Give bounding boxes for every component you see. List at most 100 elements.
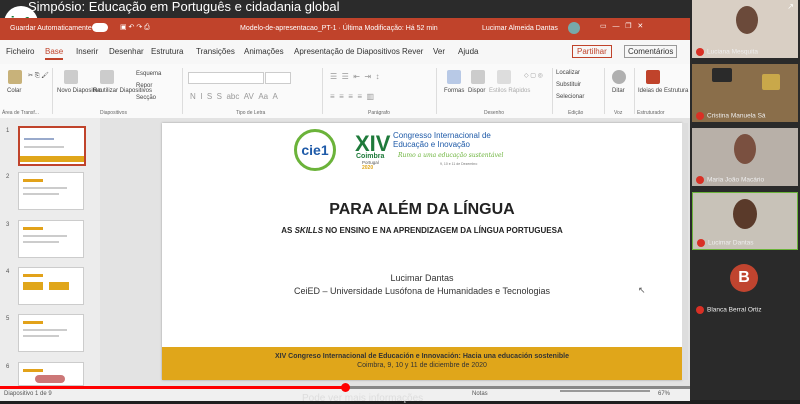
group-paragraph: Parágrafo xyxy=(368,110,390,116)
participant-tile-active[interactable]: Lucimar Dantas xyxy=(692,192,798,250)
dictate-label[interactable]: Ditar xyxy=(612,88,625,94)
participant-video xyxy=(736,6,758,34)
user-avatar[interactable] xyxy=(568,22,580,34)
thumb-number: 4 xyxy=(6,269,10,275)
comments-button[interactable]: Comentários xyxy=(624,45,678,58)
tab-file[interactable]: Ficheiro xyxy=(6,47,34,56)
lamp-shape xyxy=(762,74,780,90)
tab-review[interactable]: Rever xyxy=(402,47,423,56)
mouse-cursor-icon: ↖ xyxy=(638,285,646,295)
participant-name: Cristina Manuela Sá xyxy=(707,112,766,120)
tab-design[interactable]: Estrutura xyxy=(151,47,183,56)
thumb-number: 1 xyxy=(6,128,10,134)
share-button[interactable]: Partilhar xyxy=(572,45,612,58)
pin-icon[interactable]: ↗ xyxy=(787,2,794,11)
new-slide-label[interactable]: Novo Diapositivo xyxy=(57,88,102,94)
design-ideas-label[interactable]: Ideias de Estrutura xyxy=(638,88,688,94)
arrange-icon[interactable] xyxy=(471,70,485,84)
thumb-number: 6 xyxy=(6,364,10,370)
section-button[interactable]: Secção xyxy=(136,95,156,101)
tab-transitions[interactable]: Transições xyxy=(196,47,235,56)
replace-button[interactable]: Substituir xyxy=(556,82,581,88)
muted-mic-icon xyxy=(697,239,705,247)
slide-affiliation: CeiED – Universidade Lusófona de Humanid… xyxy=(294,286,550,296)
participant-name: Blanca Berral Ortiz xyxy=(707,306,762,314)
tab-slideshow[interactable]: Apresentação de Diapositivos xyxy=(294,47,400,56)
participant-tile[interactable]: Cristina Manuela Sá xyxy=(692,64,798,122)
thumb-number: 5 xyxy=(6,316,10,322)
design-ideas-icon[interactable] xyxy=(646,70,660,84)
participant-name: Lucimar Dantas xyxy=(708,239,754,247)
tab-view[interactable]: Ver xyxy=(433,47,445,56)
muted-mic-icon xyxy=(696,112,704,120)
shapes-icon[interactable] xyxy=(447,70,461,84)
new-slide-icon[interactable] xyxy=(64,70,78,84)
participant-tile[interactable]: Maria João Macário xyxy=(692,128,798,186)
current-slide[interactable]: cie1 XIV Coimbra Portugal 2020 Congresso… xyxy=(162,123,682,380)
slide-scrollbar[interactable] xyxy=(682,123,688,380)
shape-format-icons[interactable]: ◇ ▢ ◎ xyxy=(524,72,543,79)
layout-button[interactable]: Esquema xyxy=(136,71,161,77)
save-icon[interactable]: ▣ ↶ ↷ ⎙ xyxy=(120,23,150,32)
paste-label[interactable]: Colar xyxy=(7,88,21,94)
group-slides: Diapositivos xyxy=(100,110,127,116)
ribbon: Colar ✂ ⎘ 🖌 Novo Diapositivo Reutilizar … xyxy=(0,64,690,119)
participant-video xyxy=(712,68,732,82)
slide-thumbnail-3[interactable] xyxy=(18,220,84,258)
font-format-icons[interactable]: N I S S abc AV Aa A xyxy=(190,92,278,101)
slide-footer-band: XIV Congreso Internacional de Educación … xyxy=(162,347,682,380)
congress-line2: Educação e Inovação xyxy=(393,140,470,149)
tab-draw[interactable]: Desenhar xyxy=(109,47,144,56)
clipboard-tools-icon[interactable]: ✂ ⎘ 🖌 xyxy=(28,72,49,80)
footer-line1: XIV Congreso Internacional de Educación … xyxy=(274,353,570,360)
quick-styles-label[interactable]: Estilos Rápidos xyxy=(489,88,530,94)
paste-icon[interactable] xyxy=(8,70,22,84)
congress-line1: Congresso Internacional de xyxy=(393,131,491,140)
select-button[interactable]: Selecionar xyxy=(556,94,584,100)
group-drawing: Desenho xyxy=(484,110,505,116)
participant-name: Luciana Mesquita xyxy=(707,48,758,56)
find-button[interactable]: Localizar xyxy=(556,70,580,76)
reuse-slides-label[interactable]: Reutilizar Diapositivos xyxy=(93,88,152,94)
shapes-label[interactable]: Formas xyxy=(444,88,464,94)
autosave-toggle[interactable] xyxy=(92,23,108,32)
paragraph-align-icons[interactable]: ≡ ≡ ≡ ≡ ▥ xyxy=(330,92,374,101)
slide-thumbnail-5[interactable] xyxy=(18,314,84,352)
zoom-level[interactable]: 67% xyxy=(658,391,670,397)
participant-video xyxy=(734,134,756,164)
tab-home[interactable]: Base xyxy=(45,47,64,60)
group-designer: Estruturador xyxy=(637,110,665,116)
thumb-number: 2 xyxy=(6,174,10,180)
slide-title: PARA ALÉM DA LÍNGUA xyxy=(329,201,515,218)
tab-insert[interactable]: Inserir xyxy=(76,47,98,56)
tab-animations[interactable]: Animações xyxy=(244,47,284,56)
reuse-slides-icon[interactable] xyxy=(100,70,114,84)
group-voice: Voz xyxy=(614,110,623,116)
quick-styles-icon[interactable] xyxy=(497,70,511,84)
window-controls[interactable]: ▭ — ❐ ✕ xyxy=(600,22,643,30)
microphone-icon[interactable] xyxy=(612,70,626,84)
group-font: Tipo de Letra xyxy=(236,110,266,116)
document-title[interactable]: Modelo-de-apresentacao_PT-1 · Última Mod… xyxy=(240,25,438,32)
slide-thumbnails-pane: 1 2 3 4 5 6 xyxy=(0,118,101,386)
participant-tile[interactable]: ↗ Luciana Mesquita xyxy=(692,0,798,58)
arrange-label[interactable]: Dispor xyxy=(468,88,485,94)
slide-thumbnail-4[interactable] xyxy=(18,267,84,305)
slide-subtitle: AS SKILLS NO ENSINO E NA APRENDIZAGEM DA… xyxy=(281,226,563,235)
participant-tile[interactable]: B Blanca Berral Ortiz xyxy=(692,258,798,316)
paragraph-list-icons[interactable]: ☰ ☰ ⇤ ⇥ ↕ xyxy=(330,72,380,81)
font-name-box[interactable] xyxy=(188,72,264,84)
muted-mic-icon xyxy=(696,48,704,56)
slide-thumbnail-1[interactable] xyxy=(18,126,86,166)
slide-thumbnail-6[interactable] xyxy=(18,362,84,386)
font-size-box[interactable] xyxy=(265,72,291,84)
autosave-label[interactable]: Guardar Automaticamente xyxy=(10,25,92,32)
reset-button[interactable]: Repor xyxy=(136,83,152,89)
cie1-logo: cie1 xyxy=(294,129,336,171)
participant-avatar: B xyxy=(730,264,758,292)
slide-thumbnail-2[interactable] xyxy=(18,172,84,210)
zoom-slider[interactable] xyxy=(560,390,650,392)
tab-help[interactable]: Ajuda xyxy=(458,47,478,56)
user-name[interactable]: Lucimar Almeida Dantas xyxy=(482,25,558,32)
video-scrubber-handle[interactable] xyxy=(341,383,350,392)
